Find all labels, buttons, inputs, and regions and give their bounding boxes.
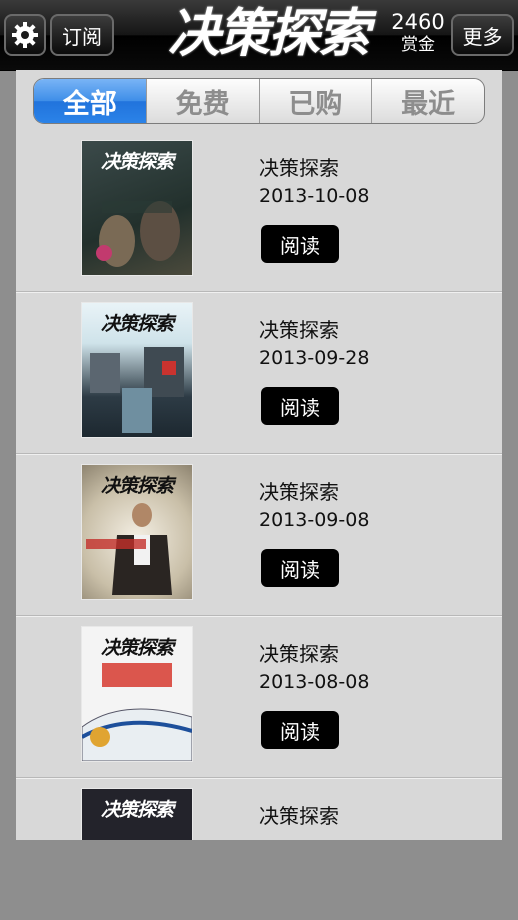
- app-title: 决策探索: [167, 4, 370, 64]
- bounty-display: 2460 赏金: [388, 10, 448, 56]
- settings-button[interactable]: [4, 14, 46, 56]
- issue-title: 决策探索: [259, 642, 339, 666]
- issue-title: 决策探索: [259, 156, 339, 180]
- cover-title: 决策探索: [100, 637, 174, 659]
- issue-date: 2013-10-08: [259, 185, 370, 207]
- issue-cover[interactable]: 决策探索: [81, 626, 193, 762]
- issue-title: 决策探索: [259, 480, 339, 504]
- list-item: 决策探索 决策探索 2013-10-08 阅读: [16, 130, 502, 292]
- filter-tabs: 全部 免费 已购 最近: [33, 78, 485, 124]
- read-button[interactable]: 阅读: [261, 225, 339, 263]
- cover-image: [90, 347, 184, 433]
- list-item: 决策探索 决策探索 2013-09-28 阅读: [16, 292, 502, 454]
- issue-cover[interactable]: 决策探索: [81, 302, 193, 438]
- issue-title: 决策探索: [259, 804, 339, 828]
- issue-panel: 全部 免费 已购 最近 决策探索 决策探索 2013-10-08 阅读 决策探索…: [16, 70, 502, 840]
- list-item: 决策探索 决策探索 2013-08-08 阅读: [16, 616, 502, 778]
- issue-title: 决策探索: [259, 318, 339, 342]
- cover-image: [86, 503, 172, 595]
- read-button[interactable]: 阅读: [261, 549, 339, 587]
- cover-image: [96, 201, 180, 267]
- issue-date: 2013-08-08: [259, 671, 370, 693]
- list-item: 决策探索 决策探索: [16, 778, 502, 840]
- read-button[interactable]: 阅读: [261, 711, 339, 749]
- issue-cover[interactable]: 决策探索: [81, 140, 193, 276]
- cover-image: [82, 663, 192, 761]
- subscribe-button[interactable]: 订阅: [50, 14, 114, 56]
- bounty-value: 2460: [391, 10, 445, 34]
- more-button[interactable]: 更多: [451, 14, 514, 56]
- cover-title: 决策探索: [100, 799, 174, 821]
- cover-title: 决策探索: [100, 313, 174, 335]
- issue-date: 2013-09-08: [259, 509, 370, 531]
- cover-title: 决策探索: [100, 475, 174, 497]
- read-button[interactable]: 阅读: [261, 387, 339, 425]
- top-bar: 订阅 决策探索 2460 赏金 更多: [0, 0, 518, 71]
- issue-list: 决策探索 决策探索 2013-10-08 阅读 决策探索 决策探索 2013-0…: [16, 130, 502, 840]
- gear-icon: [12, 22, 38, 48]
- tab-purchased[interactable]: 已购: [258, 79, 372, 123]
- tab-free[interactable]: 免费: [145, 79, 259, 123]
- issue-cover[interactable]: 决策探索: [81, 788, 193, 840]
- tab-recent[interactable]: 最近: [371, 79, 484, 123]
- list-item: 决策探索 决策探索 2013-09-08 阅读: [16, 454, 502, 616]
- tab-all[interactable]: 全部: [34, 79, 146, 123]
- issue-cover[interactable]: 决策探索: [81, 464, 193, 600]
- bounty-label: 赏金: [401, 35, 435, 55]
- issue-date: 2013-09-28: [259, 347, 370, 369]
- cover-title: 决策探索: [100, 151, 174, 173]
